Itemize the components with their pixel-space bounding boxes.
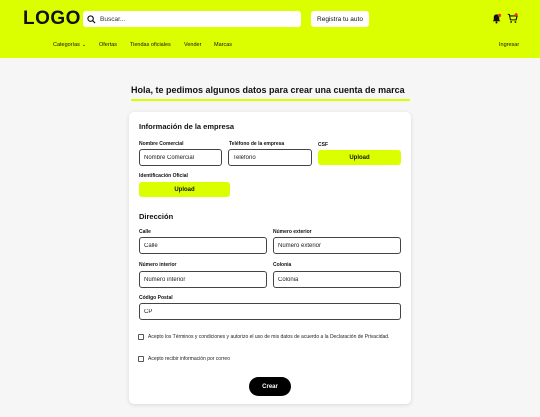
nav-brands[interactable]: Marcas [214, 42, 232, 48]
terms-checkbox[interactable] [138, 334, 144, 340]
mail-checkbox[interactable] [138, 356, 144, 362]
bell-icon[interactable] [491, 13, 502, 24]
company-phone-label: Teléfono de la empresa [229, 141, 285, 147]
create-account-button[interactable]: Crear [249, 377, 291, 396]
nav-offers[interactable]: Ofertas [99, 42, 117, 48]
mail-text: Acepto recibir información por correo [148, 356, 230, 362]
csf-upload-button[interactable]: Upload [318, 150, 401, 165]
address-section-title: Dirección [139, 212, 174, 221]
top-header: LOGO Registra tu auto Categorías⌄ Oferta… [0, 0, 540, 58]
cart-icon[interactable] [507, 13, 518, 24]
official-id-upload-button[interactable]: Upload [139, 182, 230, 197]
colony-label: Colonia [273, 262, 292, 268]
street-label: Calle [139, 229, 151, 235]
colony-field[interactable] [273, 271, 401, 288]
official-id-label: Identificación Oficial [139, 173, 188, 179]
company-section-title: Información de la empresa [139, 122, 235, 131]
zip-label: Código Postal [139, 295, 173, 301]
brand-account-form: Información de la empresa Nombre Comerci… [129, 112, 411, 404]
search-icon [87, 14, 96, 24]
search-bar[interactable] [83, 11, 301, 27]
nav-official-stores[interactable]: Tiendas oficiales [130, 42, 171, 48]
chevron-down-icon: ⌄ [81, 42, 87, 48]
terms-consent: Acepto los Términos y condiciones y auto… [138, 333, 400, 341]
commercial-name-label: Nombre Comercial [139, 141, 184, 147]
ext-number-field[interactable] [273, 237, 401, 254]
nav-categories[interactable]: Categorías ⌄ [53, 42, 86, 48]
street-field[interactable] [139, 237, 267, 254]
zip-field[interactable] [139, 303, 401, 320]
title-underline [131, 99, 410, 101]
search-input[interactable] [100, 12, 290, 26]
logo[interactable]: LOGO [23, 8, 81, 30]
int-number-label: Número interior [139, 262, 177, 268]
commercial-name-field[interactable] [139, 149, 222, 166]
terms-text: Acepto los Términos y condiciones y auto… [148, 334, 390, 340]
page-title: Hola, te pedimos algunos datos para crea… [131, 85, 405, 95]
int-number-field[interactable] [139, 271, 267, 288]
main-nav: Categorías ⌄ Ofertas Tiendas oficiales Ve… [0, 40, 540, 52]
register-car-button[interactable]: Registra tu auto [311, 11, 369, 27]
mail-consent: Acepto recibir información por correo [138, 355, 400, 363]
csf-label: CSF [318, 142, 328, 148]
nav-sell[interactable]: Vender [184, 42, 201, 48]
page-heading: Hola, te pedimos algunos datos para crea… [131, 85, 410, 101]
nav-login[interactable]: Ingresar [499, 42, 519, 48]
company-phone-field[interactable] [228, 149, 312, 166]
ext-number-label: Número exterior [273, 229, 312, 235]
